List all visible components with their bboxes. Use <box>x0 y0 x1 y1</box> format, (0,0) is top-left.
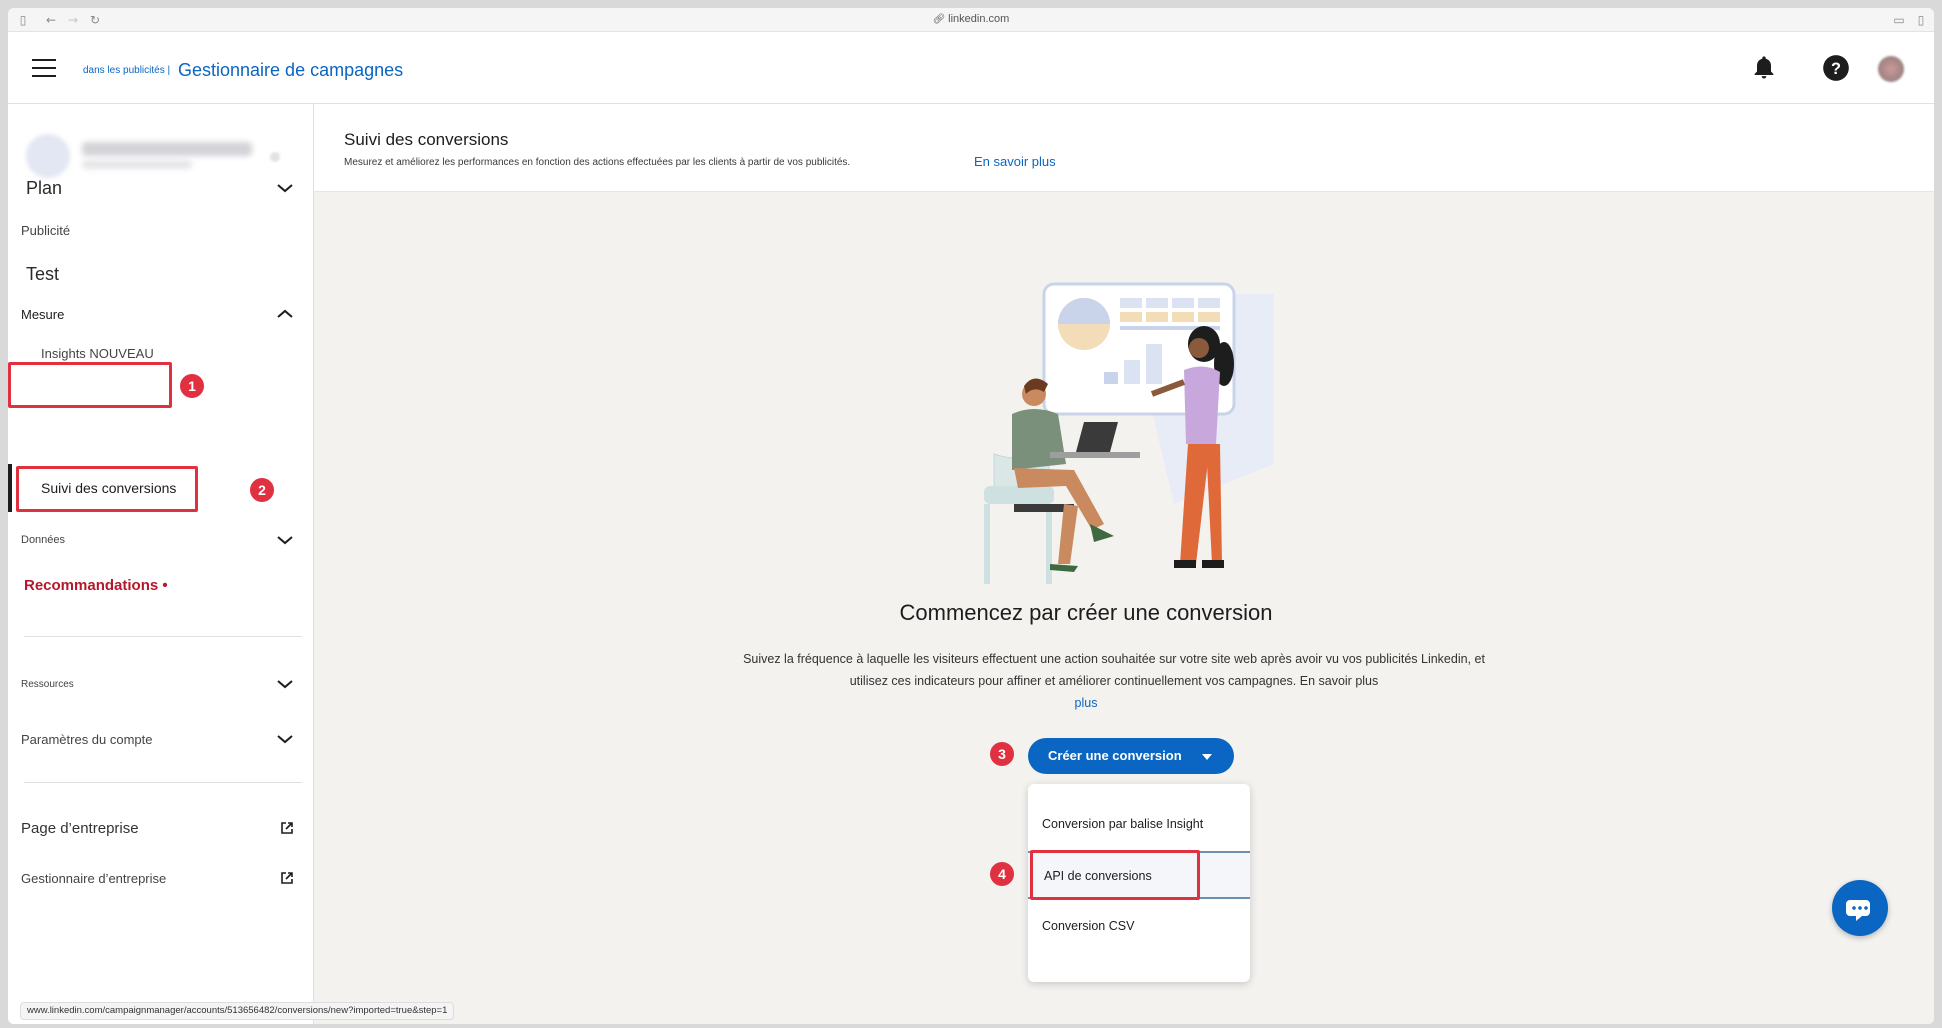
learn-more-link[interactable]: En savoir plus <box>974 154 1056 169</box>
step-badge-1: 1 <box>180 374 204 398</box>
highlight-api-conversions <box>1030 850 1200 900</box>
chevron-up-icon <box>277 309 293 318</box>
sidebar-item-label: Paramètres du compte <box>21 731 153 747</box>
sidebar-item-label: Gestionnaire d’entreprise <box>21 870 167 886</box>
sidebar-item-label: Page d’entreprise <box>21 819 139 837</box>
url-text: linkedin.com <box>948 13 1010 25</box>
sidebar-item-label: Recommandations • <box>24 576 168 594</box>
account-chevron-icon <box>270 152 280 162</box>
sidebar-section-label: Plan <box>26 177 63 198</box>
empty-state-title: Commencez par créer une conversion <box>899 600 1273 625</box>
sidebar-item-recommandations[interactable]: Recommandations • <box>8 570 314 600</box>
menu-item-label: Conversion CSV <box>1042 919 1135 933</box>
browser-window: ▯ ← → ↻ 🔗︎ linkedin.com ▭ ▯ dans les pub… <box>8 8 1934 1024</box>
illustration-image <box>984 282 1274 584</box>
chevron-down-icon <box>277 536 293 545</box>
link-icon: 🔗︎ <box>932 14 949 25</box>
brand-prefix: dans les publicités | <box>83 65 171 76</box>
create-conversion-button[interactable]: Créer une conversion <box>1028 738 1234 774</box>
caret-down-icon[interactable] <box>1202 754 1212 760</box>
sidebar-divider <box>24 636 302 637</box>
highlight-suivi <box>16 466 198 512</box>
menu-icon[interactable] <box>32 59 56 77</box>
sidebar-item-label: Publicité <box>21 222 71 238</box>
sidebar-section-mesure[interactable]: Mesure <box>8 302 314 326</box>
sidebar-section-test[interactable]: Test <box>8 258 314 290</box>
sidebar-link-page-entreprise[interactable]: Page d’entreprise <box>8 816 314 840</box>
menu-item-csv[interactable]: Conversion CSV <box>1028 906 1250 946</box>
sidebar-link-gestionnaire-entreprise[interactable]: Gestionnaire d’entreprise <box>8 866 314 890</box>
chat-button[interactable] <box>1832 880 1888 936</box>
create-conversion-label: Créer une conversion <box>1048 748 1182 763</box>
app-title[interactable]: Gestionnaire de campagnes <box>178 60 403 81</box>
chevron-down-icon <box>277 680 293 689</box>
help-icon[interactable]: ? <box>1822 54 1850 82</box>
sidebar-section-parametres[interactable]: Paramètres du compte <box>8 728 314 750</box>
address-bar[interactable]: 🔗︎ linkedin.com <box>8 13 1934 25</box>
svg-text:?: ? <box>1831 60 1841 78</box>
chevron-down-icon <box>277 184 293 193</box>
sidebar-item-label: Données <box>21 534 66 546</box>
sidebar-item-insights[interactable]: Insights NOUVEAU <box>8 344 314 368</box>
page-header: Suivi des conversions Mesurez et amélior… <box>314 104 1934 192</box>
external-link-icon <box>281 872 293 884</box>
app-header: dans les publicités | Gestionnaire de ca… <box>8 32 1934 104</box>
page-title: Suivi des conversions <box>344 130 509 149</box>
empty-state-more-link[interactable]: plus <box>314 696 1934 710</box>
step-badge-2: 2 <box>250 478 274 502</box>
sidebar-section-ressources[interactable]: Ressources <box>8 674 314 694</box>
menu-item-insight-tag[interactable]: Conversion par balise Insight <box>1028 804 1250 844</box>
sidebar-section-plan[interactable]: Plan <box>8 172 314 204</box>
reader-icon[interactable]: ▭ <box>1892 13 1906 27</box>
step-badge-4: 4 <box>990 862 1014 886</box>
notifications-bell-icon[interactable] <box>1750 54 1778 82</box>
chevron-down-icon <box>277 735 293 744</box>
tabs-icon[interactable]: ▯ <box>1914 13 1928 27</box>
external-link-icon <box>281 822 293 834</box>
sidebar-divider <box>24 782 302 783</box>
status-bar-url: www.linkedin.com/campaignmanager/account… <box>20 1002 455 1020</box>
browser-toolbar: ▯ ← → ↻ 🔗︎ linkedin.com ▭ ▯ <box>8 8 1934 32</box>
highlight-mesure <box>8 362 172 408</box>
sidebar-section-label: Test <box>26 263 60 284</box>
sidebar-item-publicite[interactable]: Publicité <box>8 218 314 242</box>
chat-icon <box>1846 900 1870 921</box>
sidebar: Plan Publicité Test Mesure 1 Insights NO… <box>8 104 314 1024</box>
menu-item-label: Conversion par balise Insight <box>1042 817 1204 831</box>
sidebar-item-label: Mesure <box>21 306 65 322</box>
account-name-blurred <box>82 142 252 156</box>
empty-state-description: Suivez la fréquence à laquelle les visit… <box>743 652 1485 688</box>
sidebar-item-label: Insights NOUVEAU <box>41 346 154 361</box>
sidebar-item-label: Ressources <box>21 678 74 690</box>
page-subtitle: Mesurez et améliorez les performances en… <box>344 157 851 168</box>
account-id-blurred <box>82 160 192 169</box>
main-content: Suivi des conversions Mesurez et amélior… <box>314 104 1934 1024</box>
user-avatar[interactable] <box>1878 56 1904 82</box>
sidebar-section-donnees[interactable]: Données <box>8 530 314 550</box>
step-badge-3: 3 <box>990 742 1014 766</box>
